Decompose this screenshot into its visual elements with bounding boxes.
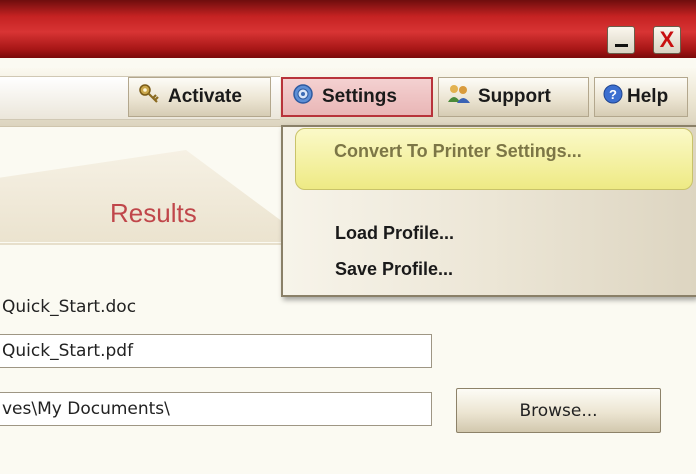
- menu-item-load-profile[interactable]: Load Profile...: [335, 223, 454, 244]
- support-label: Support: [478, 86, 551, 107]
- key-icon: [137, 82, 161, 112]
- settings-button[interactable]: Settings: [281, 77, 433, 117]
- results-tab-label: Results: [110, 198, 197, 228]
- output-file-field[interactable]: Quick_Start.pdf: [0, 334, 432, 368]
- menu-item-convert-to-printer-settings[interactable]: Convert To Printer Settings...: [295, 128, 693, 190]
- svg-text:?: ?: [609, 87, 617, 102]
- help-button[interactable]: ? Help: [594, 77, 688, 117]
- help-icon: ?: [603, 84, 623, 110]
- people-icon: [447, 83, 471, 111]
- support-button[interactable]: Support: [438, 77, 589, 117]
- gear-icon: [291, 82, 315, 112]
- settings-label: Settings: [322, 86, 397, 107]
- title-bar: X: [0, 0, 696, 58]
- close-button[interactable]: X: [653, 26, 681, 54]
- minimize-icon: [615, 44, 628, 47]
- settings-menu: Convert To Printer Settings... Load Prof…: [281, 125, 696, 297]
- activate-label: Activate: [168, 86, 242, 107]
- close-icon: X: [659, 27, 675, 52]
- menu-item-save-profile[interactable]: Save Profile...: [335, 259, 453, 280]
- output-folder-field[interactable]: ves\My Documents\: [0, 392, 432, 426]
- minimize-button[interactable]: [607, 26, 635, 54]
- browse-button[interactable]: Browse...: [456, 388, 661, 433]
- activate-button[interactable]: Activate: [128, 77, 271, 117]
- source-file-label: Quick_Start.doc: [2, 297, 137, 317]
- toolbar: Activate Settings Support ? Help: [0, 68, 696, 127]
- help-label: Help: [627, 86, 669, 107]
- browse-label: Browse...: [519, 400, 598, 421]
